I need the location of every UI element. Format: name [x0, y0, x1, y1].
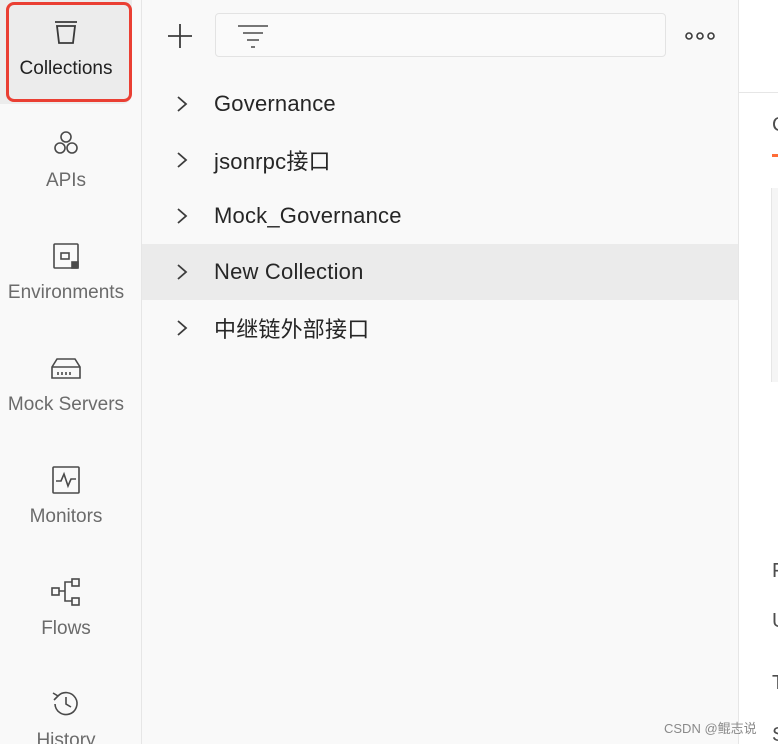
divider — [739, 92, 778, 93]
sidebar-item-label: APIs — [45, 170, 87, 191]
chevron-right-icon[interactable] — [174, 207, 190, 225]
list-item[interactable]: Mock_Governance — [142, 188, 738, 244]
sidebar-item-flows[interactable]: Flows — [0, 560, 132, 664]
more-actions-button[interactable] — [684, 26, 716, 46]
sidebar-item-monitors[interactable]: Monitors — [0, 448, 132, 552]
ellipsis-icon — [685, 32, 715, 40]
list-item[interactable]: Governance — [142, 76, 738, 132]
sidebar-item-apis[interactable]: APIs — [0, 112, 132, 216]
text-fragment: T — [772, 672, 778, 695]
collections-toolbar — [142, 0, 738, 72]
chevron-right-icon[interactable] — [174, 151, 190, 169]
chevron-right-icon[interactable] — [174, 319, 190, 337]
collection-name: jsonrpc接口 — [214, 149, 331, 174]
content-card — [771, 188, 778, 382]
collection-name: Governance — [214, 91, 336, 116]
sidebar-item-label: Monitors — [29, 506, 103, 527]
server-icon — [50, 352, 82, 384]
watermark: CSDN @鲲志说 — [664, 721, 757, 736]
chevron-right-icon[interactable] — [174, 263, 190, 281]
sidebar-item-label: Mock Servers — [7, 394, 125, 415]
sidebar-item-collections[interactable]: Collections — [0, 0, 132, 104]
text-fragment: S — [772, 724, 778, 744]
flow-icon — [50, 576, 82, 608]
collections-panel: Governance jsonrpc接口 Mock_Governance New… — [142, 0, 739, 744]
trash-can-icon — [50, 16, 82, 48]
add-collection-button[interactable] — [166, 22, 194, 50]
collection-name: 中继链外部接口 — [214, 317, 370, 342]
pulse-monitor-icon — [50, 464, 82, 496]
history-icon — [50, 688, 82, 720]
sidebar-item-label: History — [36, 730, 96, 744]
sidebar-item-label: Collections — [19, 58, 113, 79]
sidebar-item-label: Environments — [7, 282, 125, 303]
sidebar-item-mock-servers[interactable]: Mock Servers — [0, 336, 132, 440]
text-fragment: U — [772, 610, 778, 633]
hexagons-icon — [50, 128, 82, 160]
chevron-right-icon[interactable] — [174, 95, 190, 113]
list-item[interactable]: 中继链外部接口 — [142, 300, 738, 356]
right-pane: C F U T S — [739, 0, 778, 744]
filter-icon — [238, 25, 268, 48]
list-item[interactable]: jsonrpc接口 — [142, 132, 738, 188]
collection-name: Mock_Governance — [214, 203, 402, 228]
environment-icon — [50, 240, 82, 272]
list-item[interactable]: New Collection — [142, 244, 738, 300]
text-fragment: F — [772, 560, 778, 583]
plus-icon — [168, 24, 192, 48]
collections-list: Governance jsonrpc接口 Mock_Governance New… — [142, 76, 738, 356]
sidebar-item-history[interactable]: History — [0, 672, 132, 744]
sidebar-rail: Collections APIs Environments Mock Serve… — [0, 0, 142, 744]
sidebar-item-environments[interactable]: Environments — [0, 224, 132, 328]
sidebar-item-label: Flows — [41, 618, 91, 639]
collection-name: New Collection — [214, 259, 364, 284]
filter-input[interactable] — [215, 13, 666, 57]
tab-label-fragment[interactable]: C — [772, 114, 778, 137]
active-tab-indicator — [772, 154, 778, 157]
